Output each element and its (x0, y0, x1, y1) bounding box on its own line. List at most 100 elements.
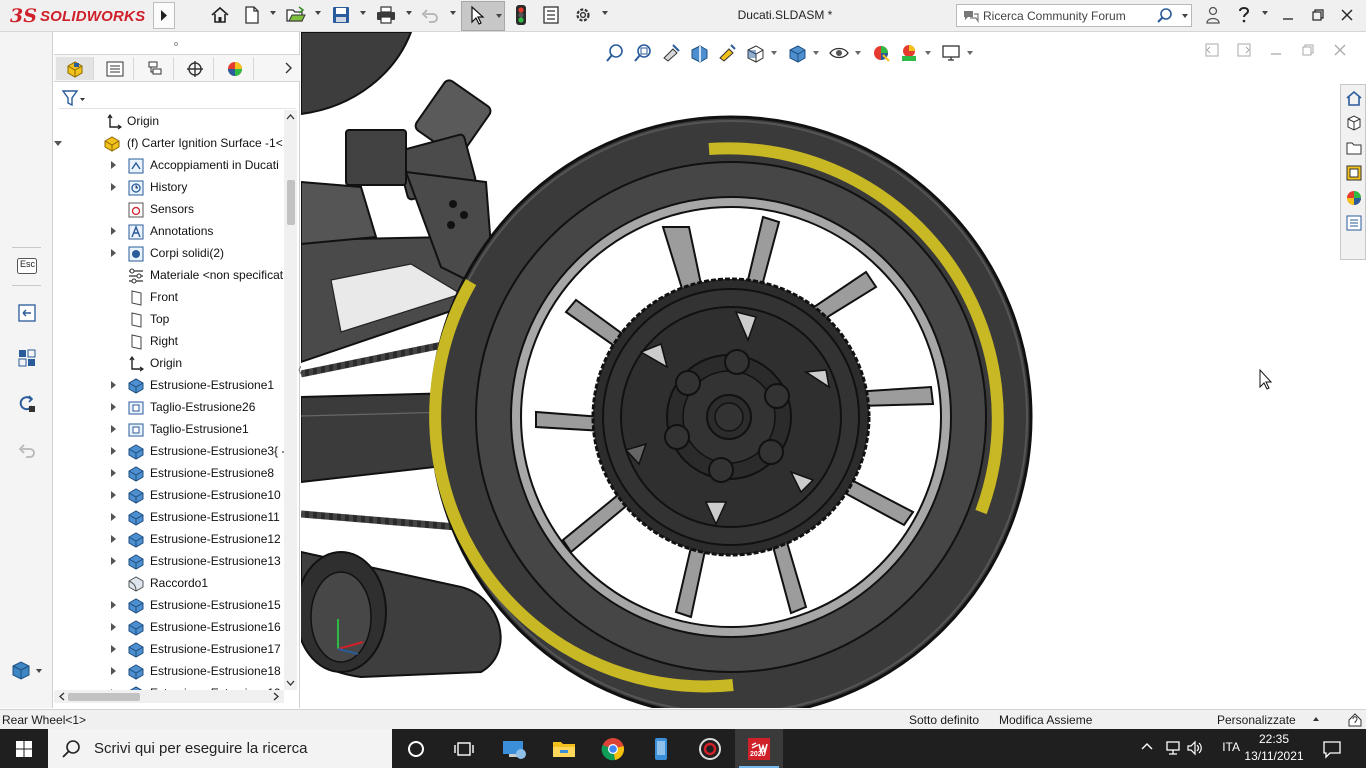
tab-display-manager[interactable] (216, 57, 254, 80)
print-button[interactable] (374, 4, 398, 26)
save-button[interactable] (330, 4, 352, 26)
tab-property-manager[interactable] (96, 57, 134, 80)
remote-desktop-app[interactable] (490, 729, 538, 768)
display-style-button[interactable] (10, 659, 32, 681)
collapse-arrow[interactable] (54, 141, 62, 146)
save-dropdown-caret[interactable] (360, 11, 366, 15)
feature-tree-item[interactable]: Annotations (54, 220, 284, 242)
help-dropdown-caret[interactable] (1262, 11, 1268, 15)
expand-arrow[interactable] (111, 469, 116, 477)
feature-tree-item[interactable]: Materiale <non specificat (54, 264, 284, 286)
expand-arrow[interactable] (111, 667, 116, 675)
expand-arrow[interactable] (111, 645, 116, 653)
tree-horizontal-scrollbar[interactable] (54, 690, 284, 703)
expand-arrow[interactable] (111, 403, 116, 411)
tab-dimxpert[interactable] (176, 57, 214, 80)
community-search-box[interactable] (956, 4, 1192, 27)
view-settings-button[interactable] (937, 40, 965, 66)
viewport-minimize-icon[interactable] (1266, 42, 1286, 58)
tree-vertical-scrollbar[interactable] (284, 110, 297, 690)
section-view-button[interactable] (685, 40, 713, 66)
view-orientation-button[interactable] (741, 40, 769, 66)
feature-tree-item[interactable]: Right (54, 330, 284, 352)
status-units[interactable]: Personalizzate (1217, 713, 1296, 727)
feature-tree-item[interactable]: Estrusione-Estrusione8 (54, 462, 284, 484)
volume-icon[interactable] (1186, 739, 1204, 757)
feature-tree-item[interactable]: Taglio-Estrusione26 (54, 396, 284, 418)
feature-tree-item[interactable]: Estrusione-Estrusione3{ - (54, 440, 284, 462)
media-app[interactable] (686, 729, 734, 768)
expand-arrow[interactable] (111, 381, 116, 389)
view-palette-tab[interactable] (1344, 163, 1364, 183)
undo-button[interactable] (419, 4, 441, 26)
close-window-button[interactable] (1337, 6, 1357, 24)
feature-tree-item[interactable]: Taglio-Estrusione1 (54, 418, 284, 440)
expand-arrow[interactable] (111, 447, 116, 455)
previous-view-button[interactable] (16, 302, 38, 324)
apply-scene-dropdown-caret[interactable] (925, 51, 931, 55)
hide-show-items-button[interactable] (825, 40, 853, 66)
expand-arrow[interactable] (111, 249, 116, 257)
tab-configuration-manager[interactable] (136, 57, 174, 80)
help-button[interactable] (1234, 6, 1254, 24)
chrome-app[interactable] (589, 729, 637, 768)
escape-button[interactable]: Esc (16, 255, 38, 277)
appearances-tab[interactable] (1344, 188, 1364, 208)
solidworks-logo[interactable]: 3S SOLIDWORKS (10, 3, 145, 29)
custom-properties-tab[interactable] (1344, 213, 1364, 233)
display-style-dropdown-caret[interactable] (36, 669, 42, 673)
tab-feature-tree[interactable] (56, 57, 94, 80)
feature-tree-item[interactable]: Estrusione-Estrusione1 (54, 374, 284, 396)
undo-dropdown-caret[interactable] (450, 11, 456, 15)
search-dropdown-caret[interactable] (1182, 14, 1188, 18)
taskbar-clock[interactable]: 22:35 13/11/2021 (1242, 731, 1306, 765)
rebuild-button[interactable] (512, 4, 530, 26)
options-dropdown-caret[interactable] (602, 11, 608, 15)
feature-tree-item[interactable]: Sensors (54, 198, 284, 220)
feature-tree-item[interactable]: Estrusione-Estrusione12 (54, 528, 284, 550)
options-button[interactable] (571, 4, 595, 26)
select-tool-button[interactable] (461, 1, 505, 31)
panel-grip[interactable] (174, 42, 178, 46)
rotate-lock-button[interactable] (16, 393, 38, 415)
motorcycle-model-render[interactable] (301, 32, 1366, 708)
horizontal-scroll-thumb[interactable] (68, 693, 140, 701)
file-explorer-tab[interactable] (1344, 138, 1364, 158)
feature-tree-item[interactable]: Estrusione-Estrusione16 (54, 616, 284, 638)
feature-tree-item[interactable]: Corpi solidi(2) (54, 242, 284, 264)
feature-tree-item[interactable]: Estrusione-Estrusione15 (54, 594, 284, 616)
network-icon[interactable] (1164, 739, 1182, 757)
minimize-window-button[interactable] (1278, 6, 1298, 24)
feature-tree-item[interactable]: Accoppiamenti in Ducati (54, 154, 284, 176)
feature-tree-item[interactable]: Raccordo1 (54, 572, 284, 594)
previous-view-button[interactable] (657, 40, 685, 66)
file-properties-button[interactable] (540, 4, 562, 26)
feature-tree-item[interactable]: (f) Carter Ignition Surface -1< (54, 132, 284, 154)
units-dropdown-caret[interactable] (1313, 717, 1319, 721)
phone-app[interactable] (637, 729, 685, 768)
new-document-button[interactable] (241, 4, 263, 26)
print-dropdown-caret[interactable] (406, 11, 412, 15)
feature-tree-item[interactable]: Front (54, 286, 284, 308)
home-button[interactable] (209, 4, 231, 26)
previous-document-icon[interactable] (1202, 42, 1222, 58)
next-document-icon[interactable] (1234, 42, 1254, 58)
expand-arrow[interactable] (111, 623, 116, 631)
feature-tree-item[interactable]: Estrusione-Estrusione19 (54, 682, 284, 690)
open-dropdown-caret[interactable] (315, 11, 321, 15)
file-explorer-app[interactable] (540, 729, 588, 768)
tree-filter-bar[interactable] (58, 85, 296, 109)
display-style-dropdown-caret[interactable] (813, 51, 819, 55)
task-view-button[interactable] (440, 729, 488, 768)
feature-tree-item[interactable]: Origin (54, 110, 284, 132)
design-library-tab[interactable] (1344, 113, 1364, 133)
expand-arrow[interactable] (111, 161, 116, 169)
feature-tree-item[interactable]: Origin (54, 352, 284, 374)
open-button[interactable] (284, 4, 308, 26)
apply-scene-button[interactable] (895, 40, 923, 66)
component-views-button[interactable] (16, 347, 38, 369)
taskbar-search-box[interactable]: Scrivi qui per eseguire la ricerca (48, 729, 392, 768)
expand-arrow[interactable] (111, 227, 116, 235)
view-settings-dropdown-caret[interactable] (967, 51, 973, 55)
expand-arrow[interactable] (111, 425, 116, 433)
